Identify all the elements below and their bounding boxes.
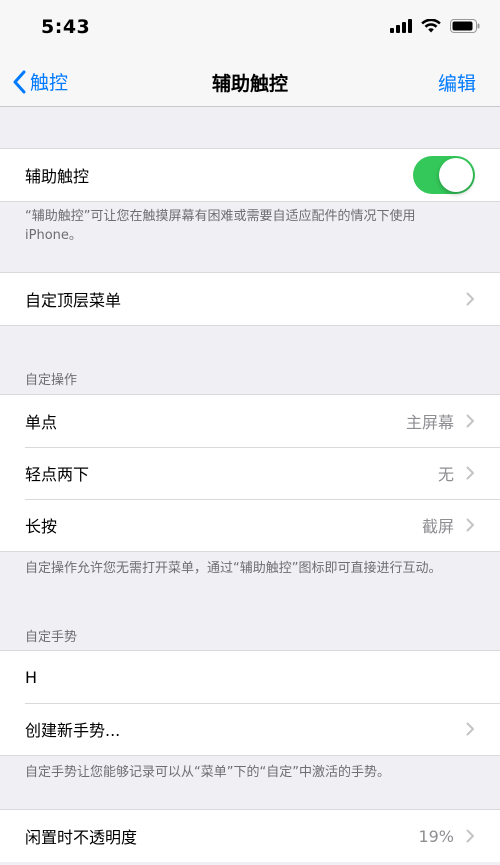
navigation-bar: 触控 辅助触控 编辑 <box>0 58 500 107</box>
long-press-row[interactable]: 长按 截屏 <box>0 499 500 551</box>
idle-opacity-group: 闲置时不透明度 19% <box>0 809 500 862</box>
custom-actions-header: 自定操作 <box>25 373 78 388</box>
double-tap-label: 轻点两下 <box>25 465 90 484</box>
battery-icon <box>450 19 480 33</box>
assistive-touch-label: 辅助触控 <box>25 167 90 186</box>
assistive-touch-group: 辅助触控 <box>0 148 500 202</box>
assistive-touch-toggle[interactable] <box>413 156 475 194</box>
custom-gestures-group: H 创建新手势... <box>0 650 500 756</box>
idle-opacity-label: 闲置时不透明度 <box>25 828 138 847</box>
double-tap-row[interactable]: 轻点两下 无 <box>0 447 500 499</box>
long-press-value: 截屏 <box>421 517 454 536</box>
status-time: 5:43 <box>41 16 91 38</box>
create-gesture-label: 创建新手势... <box>25 721 121 740</box>
double-tap-value: 无 <box>437 465 454 484</box>
single-tap-row[interactable]: 单点 主屏幕 <box>0 395 500 447</box>
assistive-touch-footnote: “辅助触控”可让您在触摸屏幕有困难或需要自适应配件的情况下使用 iPhone。 <box>25 209 416 243</box>
assistive-touch-row: 辅助触控 <box>0 149 500 201</box>
chevron-right-icon <box>466 414 474 428</box>
customize-top-menu-label: 自定顶层菜单 <box>25 291 122 310</box>
toggle-knob <box>439 158 473 192</box>
top-menu-group: 自定顶层菜单 <box>0 272 500 326</box>
chevron-right-icon <box>466 466 474 480</box>
idle-opacity-value: 19% <box>418 826 454 846</box>
gesture-h-row[interactable]: H <box>0 651 500 703</box>
single-tap-value: 主屏幕 <box>405 413 454 432</box>
cellular-signal-icon <box>390 19 412 33</box>
custom-gestures-footnote: 自定手势让您能够记录可以从“菜单”下的“自定”中激活的手势。 <box>25 765 390 780</box>
long-press-label: 长按 <box>25 517 58 536</box>
chevron-right-icon <box>466 292 474 306</box>
custom-actions-group: 单点 主屏幕 轻点两下 无 长按 截屏 <box>0 394 500 552</box>
gesture-h-label: H <box>25 667 38 687</box>
custom-actions-footnote: 自定操作允许您无需打开菜单，通过“辅助触控”图标即可直接进行互动。 <box>25 561 442 576</box>
chevron-right-icon <box>466 518 474 532</box>
chevron-right-icon <box>466 829 474 843</box>
wifi-icon <box>421 19 441 33</box>
status-icons <box>390 19 480 33</box>
status-bar: 5:43 <box>0 0 500 58</box>
page-title: 辅助触控 <box>211 73 288 95</box>
customize-top-menu-row[interactable]: 自定顶层菜单 <box>0 273 500 325</box>
custom-gestures-header: 自定手势 <box>25 630 78 645</box>
idle-opacity-row[interactable]: 闲置时不透明度 19% <box>0 810 500 862</box>
single-tap-label: 单点 <box>25 413 58 432</box>
create-gesture-row[interactable]: 创建新手势... <box>0 703 500 755</box>
chevron-right-icon <box>466 722 474 736</box>
edit-button[interactable]: 编辑 <box>438 69 476 96</box>
